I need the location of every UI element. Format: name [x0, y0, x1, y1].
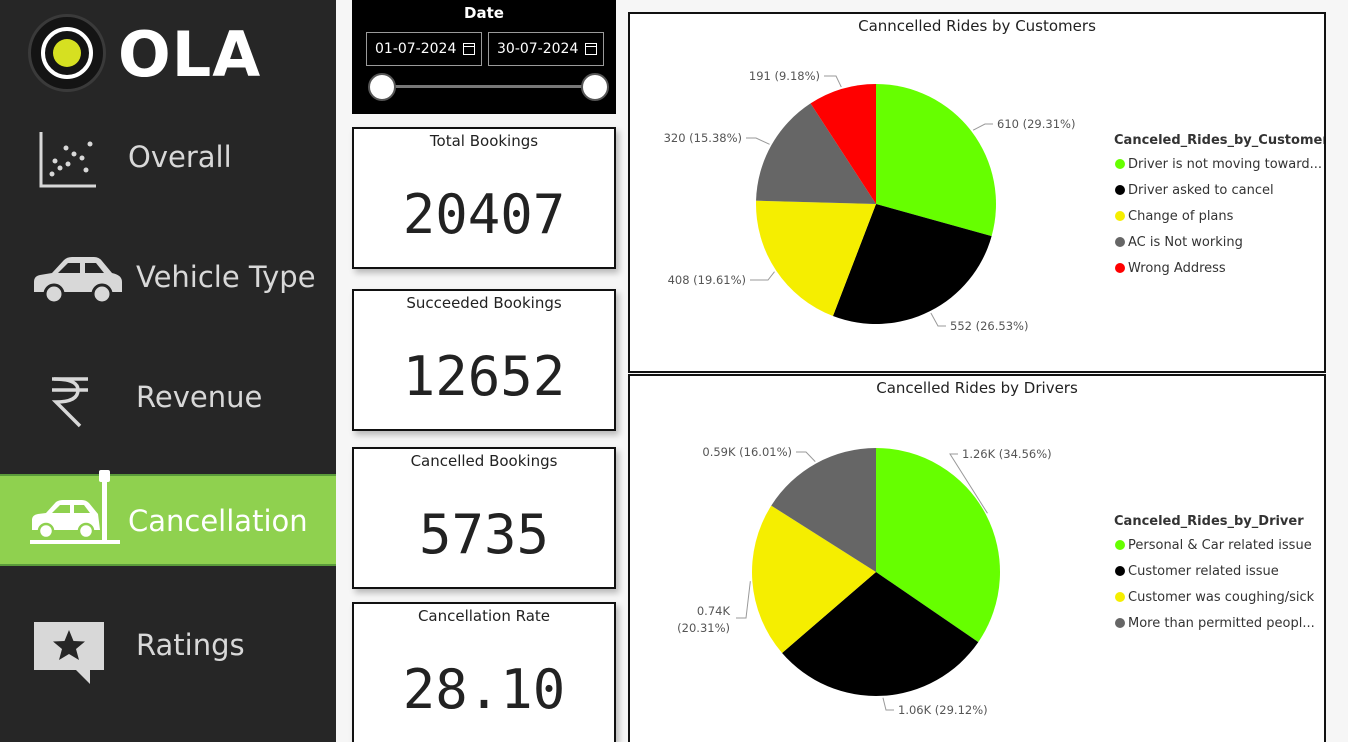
legend-entry[interactable]: AC is Not working: [1128, 235, 1243, 250]
legend-entry[interactable]: Personal & Car related issue: [1128, 538, 1312, 553]
start-date-input[interactable]: 01-07-2024: [366, 32, 482, 66]
star-message-icon: [34, 622, 104, 684]
legend-title: Canceled_Rides_by_Customer: [1114, 133, 1324, 148]
legend-marker: [1115, 211, 1125, 221]
data-label: 0.74K: [697, 604, 731, 618]
sidebar-item-revenue[interactable]: Revenue: [0, 352, 336, 444]
chart-panel-customers: Canncelled Rides by Customers 610 (29.31…: [628, 12, 1326, 373]
kpi-card-total-bookings: Total Bookings 20407: [352, 127, 616, 269]
legend-entry[interactable]: Wrong Address: [1128, 261, 1226, 276]
sidebar-item-label: Ratings: [136, 628, 245, 662]
sidebar-item-label: Cancellation: [128, 504, 308, 538]
kpi-value: 12652: [402, 345, 566, 408]
ola-logo-mark-icon: [28, 14, 106, 92]
legend-title: Canceled_Rides_by_Driver: [1114, 514, 1304, 529]
leader-line: [746, 137, 770, 145]
legend-entry[interactable]: Driver asked to cancel: [1128, 183, 1274, 198]
kpi-value: 28.10: [402, 658, 566, 721]
kpi-value: 5735: [418, 503, 550, 566]
date-range-start-handle[interactable]: [368, 73, 396, 101]
kpi-title: Cancellation Rate: [417, 607, 551, 625]
sidebar-item-label: Overall: [128, 140, 232, 174]
sidebar-item-cancellation[interactable]: Cancellation: [0, 470, 336, 566]
leader-line: [824, 75, 842, 88]
data-label: 1.26K (34.56%): [962, 447, 1052, 461]
end-date-input[interactable]: 30-07-2024: [488, 32, 604, 66]
legend-entry[interactable]: Customer related issue: [1128, 564, 1279, 579]
data-label: 552 (26.53%): [950, 319, 1028, 333]
legend-marker: [1115, 263, 1125, 273]
date-range-slider-track[interactable]: [382, 85, 594, 88]
data-label: 408 (19.61%): [668, 273, 746, 287]
legend-marker: [1115, 237, 1125, 247]
kpi-value: 20407: [402, 183, 566, 246]
data-label: 320 (15.38%): [664, 131, 742, 145]
car-icon: [34, 257, 122, 305]
pie-chart-customers: 610 (29.31%) 552 (26.53%) 408 (19.61%) 320 …: [664, 69, 1324, 333]
calendar-icon[interactable]: [463, 43, 475, 55]
data-label: (20.31%): [677, 621, 730, 635]
kpi-card-cancelled-bookings: Cancelled Bookings 5735: [352, 447, 616, 589]
kpi-card-succeeded-bookings: Succeeded Bookings 12652: [352, 289, 616, 431]
kpi-title: Cancelled Bookings: [410, 452, 558, 470]
legend-marker: [1115, 540, 1125, 550]
ola-logo: OLA: [28, 14, 268, 96]
data-label: 1.06K (29.12%): [898, 703, 988, 717]
kpi-title: Total Bookings: [429, 132, 539, 150]
legend-marker: [1115, 566, 1125, 576]
dashboard: OLA Overall Vehicle Type Revenue Cancell…: [0, 0, 1348, 742]
legend-marker: [1115, 185, 1125, 195]
chart-panel-drivers: Cancelled Rides by Drivers 1.26K (34.56%…: [628, 374, 1326, 742]
data-label: 191 (9.18%): [749, 69, 820, 83]
kpi-title: Succeeded Bookings: [406, 294, 562, 312]
legend-marker: [1115, 618, 1125, 628]
legend-entry[interactable]: Customer was coughing/sick: [1128, 590, 1315, 605]
sidebar-item-overall[interactable]: Overall: [0, 112, 336, 204]
calendar-icon[interactable]: [585, 43, 597, 55]
car-crash-icon: [30, 470, 120, 544]
kpi-card-cancellation-rate: Cancellation Rate 28.10: [352, 602, 616, 742]
sidebar: OLA Overall Vehicle Type Revenue Cancell…: [0, 0, 336, 742]
legend-entry[interactable]: Driver is not moving toward...: [1128, 157, 1322, 172]
sidebar-item-ratings[interactable]: Ratings: [0, 598, 336, 690]
leader-line: [736, 581, 751, 619]
legend-entry[interactable]: More than permitted peopl...: [1128, 616, 1315, 631]
logo-text: OLA: [118, 18, 262, 91]
date-range-end-handle[interactable]: [581, 73, 609, 101]
leader-line: [796, 451, 816, 462]
rupee-icon: [51, 377, 88, 428]
legend-marker: [1115, 592, 1125, 602]
start-date-value: 01-07-2024: [375, 41, 457, 57]
leader-line: [972, 123, 993, 131]
leader-line: [930, 312, 946, 327]
legend-entry[interactable]: Change of plans: [1128, 209, 1234, 224]
pie-chart-drivers: 1.26K (34.56%) 1.06K (29.12%) 0.74K (20.31%…: [677, 445, 1315, 717]
data-label: 610 (29.31%): [997, 117, 1075, 131]
leader-line: [882, 697, 894, 711]
sidebar-item-label: Vehicle Type: [136, 260, 316, 294]
date-filter-title: Date: [464, 4, 504, 22]
scatter-chart-icon: [39, 132, 96, 188]
leader-line: [750, 271, 775, 281]
end-date-value: 30-07-2024: [497, 41, 579, 57]
legend-marker: [1115, 159, 1125, 169]
data-label: 0.59K (16.01%): [702, 445, 792, 459]
sidebar-item-vehicle-type[interactable]: Vehicle Type: [0, 232, 336, 324]
sidebar-item-label: Revenue: [136, 380, 263, 414]
